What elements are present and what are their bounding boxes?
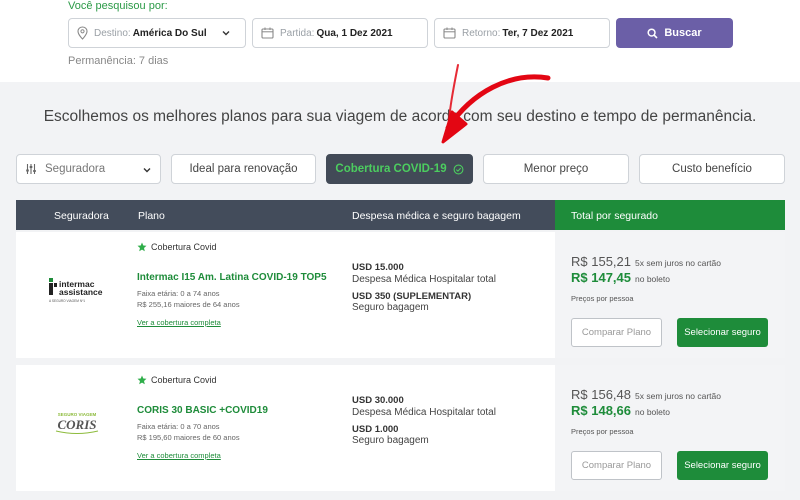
- plan-row: intermac assistance A SEGURO VIAGEM Nº1 …: [16, 232, 785, 358]
- medical-amount: USD 30.000: [352, 395, 404, 406]
- search-button[interactable]: Buscar: [616, 18, 733, 48]
- departure-value: Qua, 1 Dez 2021: [316, 27, 393, 39]
- medical-label: Despesa Médica Hospitalar total: [352, 274, 496, 285]
- intermac-assistance-logo: intermac assistance A SEGURO VIAGEM Nº1: [49, 278, 103, 303]
- plan-row: SEGURO VIAGEM CORIS Cobertura Covid CORI…: [16, 365, 785, 491]
- renewal-filter-button[interactable]: Ideal para renovação: [171, 154, 316, 184]
- price-older: R$ 195,60 maiores de 60 anos: [137, 433, 240, 442]
- medical-label: Despesa Médica Hospitalar total: [352, 407, 496, 418]
- chevron-down-icon: [143, 168, 151, 173]
- card-price: R$ 156,48 5x sem juros no cartão: [571, 387, 721, 402]
- renewal-filter-label: Ideal para renovação: [189, 163, 298, 175]
- check-circle-icon: [453, 164, 464, 174]
- page-heading: Escolhemos os melhores planos para sua v…: [43, 108, 757, 125]
- card-price-note: 5x sem juros no cartão: [635, 258, 721, 268]
- sliders-icon: [26, 164, 36, 174]
- header-plan: Plano: [138, 210, 165, 222]
- age-range: Faixa etária: 0 a 70 anos: [137, 422, 220, 431]
- lowest-price-filter-button[interactable]: Menor preço: [483, 154, 629, 184]
- per-person-note: Preços por pessoa: [571, 427, 634, 436]
- per-person-note: Preços por pessoa: [571, 294, 634, 303]
- location-pin-icon: [77, 26, 88, 40]
- star-icon: [137, 375, 147, 385]
- departure-label: Partida:: [280, 27, 315, 39]
- select-insurance-button[interactable]: Selecionar seguro: [677, 318, 768, 347]
- plan-name: Intermac I15 Am. Latina COVID-19 TOP5: [137, 272, 327, 283]
- card-price-note: 5x sem juros no cartão: [635, 391, 721, 401]
- coris-logo: SEGURO VIAGEM CORIS: [55, 412, 99, 434]
- destination-select[interactable]: Destino: América Do Sul: [68, 18, 246, 48]
- lowest-price-filter-label: Menor preço: [523, 163, 589, 175]
- card-price-value: R$ 156,48: [571, 387, 631, 402]
- see-coverage-link[interactable]: Ver a cobertura completa: [137, 451, 221, 460]
- baggage-amount: USD 1.000: [352, 424, 399, 435]
- covid-filter-button[interactable]: Cobertura COVID-19: [326, 154, 473, 184]
- searched-label: Você pesquisou por:: [68, 0, 168, 12]
- boleto-price-note: no boleto: [635, 407, 670, 417]
- select-insurance-button[interactable]: Selecionar seguro: [677, 451, 768, 480]
- card-price-value: R$ 155,21: [571, 254, 631, 269]
- star-icon: [137, 242, 147, 252]
- cost-benefit-filter-button[interactable]: Custo benefício: [639, 154, 785, 184]
- boleto-price: R$ 147,45 no boleto: [571, 270, 670, 285]
- age-range: Faixa etária: 0 a 74 anos: [137, 289, 220, 298]
- covid-filter-label: Cobertura COVID-19: [335, 163, 447, 175]
- destination-value: América Do Sul: [132, 27, 207, 39]
- cost-benefit-filter-label: Custo benefício: [672, 163, 752, 175]
- header-total: Total por segurado: [571, 210, 658, 222]
- search-icon: [647, 27, 658, 39]
- search-button-label: Buscar: [664, 27, 702, 39]
- covid-coverage-label: Cobertura Covid: [151, 242, 217, 252]
- return-label: Retorno:: [462, 27, 501, 39]
- see-coverage-link[interactable]: Ver a cobertura completa: [137, 318, 221, 327]
- medical-amount: USD 15.000: [352, 262, 404, 273]
- boleto-price-value: R$ 148,66: [571, 403, 631, 418]
- card-price: R$ 155,21 5x sem juros no cartão: [571, 254, 721, 269]
- table-header: Seguradora Plano Despesa médica e seguro…: [16, 200, 785, 230]
- boleto-price-note: no boleto: [635, 274, 670, 284]
- logo-text-2: CORIS: [57, 417, 96, 432]
- stay-duration: Permanência: 7 dias: [68, 55, 169, 67]
- search-bar: Você pesquisou por: Destino: América Do …: [0, 0, 800, 82]
- boleto-price-value: R$ 147,45: [571, 270, 631, 285]
- covid-coverage-label: Cobertura Covid: [151, 375, 217, 385]
- departure-date-field[interactable]: Partida: Qua, 1 Dez 2021: [252, 18, 428, 48]
- price-older: R$ 255,16 maiores de 64 anos: [137, 300, 240, 309]
- header-insurer: Seguradora: [54, 210, 109, 222]
- return-value: Ter, 7 Dez 2021: [502, 27, 574, 39]
- chevron-down-icon: [222, 31, 230, 36]
- return-date-field[interactable]: Retorno: Ter, 7 Dez 2021: [434, 18, 610, 48]
- calendar-icon: [443, 27, 456, 39]
- covid-coverage-tag: Cobertura Covid: [137, 375, 217, 385]
- baggage-label: Seguro bagagem: [352, 435, 429, 446]
- calendar-icon: [261, 27, 274, 39]
- compare-plan-button[interactable]: Comparar Plano: [571, 318, 662, 347]
- plan-name: CORIS 30 BASIC +COVID19: [137, 405, 268, 416]
- boleto-price: R$ 148,66 no boleto: [571, 403, 670, 418]
- logo-text-2: assistance: [59, 287, 103, 297]
- insurer-filter-label: Seguradora: [45, 163, 106, 175]
- logo-text-3: A SEGURO VIAGEM Nº1: [49, 299, 85, 303]
- header-expenses: Despesa médica e seguro bagagem: [352, 210, 521, 222]
- baggage-label: Seguro bagagem: [352, 302, 429, 313]
- compare-plan-button[interactable]: Comparar Plano: [571, 451, 662, 480]
- baggage-amount: USD 350 (SUPLEMENTAR): [352, 291, 472, 302]
- covid-coverage-tag: Cobertura Covid: [137, 242, 217, 252]
- destination-label: Destino:: [94, 27, 131, 39]
- insurer-filter-select[interactable]: Seguradora: [16, 154, 161, 184]
